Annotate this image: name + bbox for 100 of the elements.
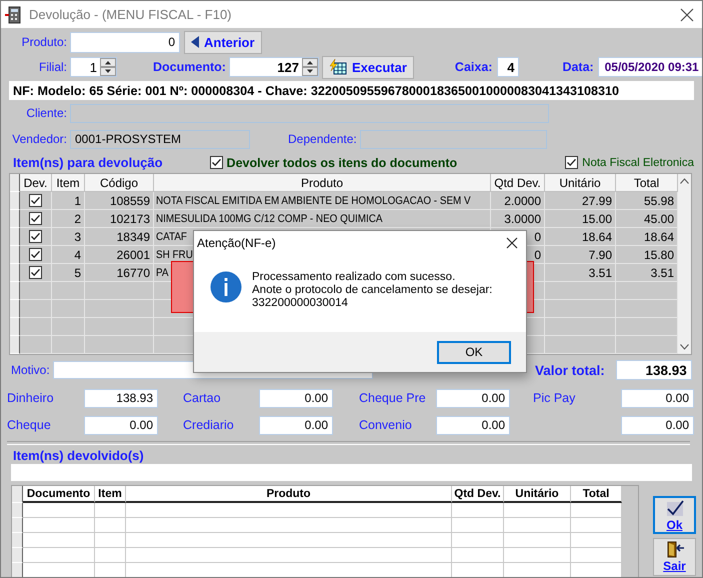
table-cell: 108559 (85, 192, 154, 210)
field-label: Data: (562, 60, 594, 74)
section-title: Item(ns) devolvido(s) (13, 448, 144, 463)
table-cell: 3.51 (616, 264, 678, 282)
valor-total-field: 138.93 (616, 360, 692, 380)
row-indicator[interactable] (10, 318, 20, 336)
payment-field[interactable]: 0.00 (621, 416, 694, 434)
payment-label: Cheque (7, 418, 52, 432)
payment-field[interactable]: 0.00 (436, 416, 510, 434)
payment-field[interactable]: 0.00 (259, 416, 333, 434)
caixa-field[interactable]: 4 (497, 57, 520, 77)
row-indicator[interactable] (12, 486, 23, 503)
row-indicator[interactable] (10, 264, 20, 282)
field-label: Vendedor: (11, 132, 67, 146)
dialog-ok-button[interactable]: OK (437, 340, 511, 364)
column-header[interactable]: Qtd Dev. (452, 486, 504, 503)
row-indicator[interactable] (10, 174, 20, 192)
close-icon[interactable] (506, 237, 518, 249)
table-cell: 2.0000 (491, 192, 545, 210)
table-cell: 45.00 (616, 210, 678, 228)
close-icon[interactable] (680, 8, 694, 22)
table-cell: NOTA FISCAL EMITIDA EM AMBIENTE DE HOMOLOGACAO - SEM V (154, 192, 491, 210)
row-indicator[interactable] (10, 210, 20, 228)
anterior-button[interactable]: Anterior (184, 30, 262, 54)
field-label: Cliente: (25, 106, 67, 120)
sair-button[interactable]: Sair (653, 538, 696, 576)
executar-button[interactable]: Executar (322, 56, 414, 78)
payment-field[interactable]: 138.93 (84, 388, 158, 408)
field-label: Dependente: (288, 132, 358, 146)
payment-label: Convenio (359, 418, 413, 432)
column-header[interactable]: Qtd Dev. (491, 174, 545, 192)
payment-field[interactable]: 0.00 (84, 416, 158, 434)
table-cell: 4 (52, 246, 85, 264)
table-cell: 1 (52, 192, 85, 210)
payment-label: Dinheiro (7, 391, 55, 405)
scrollbar[interactable] (678, 174, 691, 354)
column-header[interactable]: Documento (23, 486, 95, 503)
payment-field[interactable]: 0.00 (621, 388, 694, 408)
column-header[interactable]: Unitário (545, 174, 616, 192)
ok-button[interactable]: Ok (653, 496, 696, 534)
grid-bolt-icon (329, 59, 347, 75)
payment-label: Cartao (183, 391, 222, 405)
column-header[interactable]: Item (52, 174, 85, 192)
payment-field[interactable]: 0.00 (436, 388, 510, 408)
section-title: Item(ns) para devolução (13, 155, 163, 170)
table-cell: 27.99 (545, 192, 616, 210)
table-cell: 3.51 (545, 264, 616, 282)
column-header[interactable]: Código (85, 174, 154, 192)
row-checkbox[interactable] (29, 230, 42, 243)
row-indicator[interactable] (12, 563, 23, 577)
window-title: Devolução - (MENU FISCAL - F10) (29, 7, 233, 22)
info-icon (210, 271, 242, 303)
field-label: Motivo: (11, 363, 51, 377)
payment-label: Cheque Pre (359, 391, 427, 405)
row-indicator[interactable] (12, 548, 23, 563)
table-cell: 5 (52, 264, 85, 282)
vendedor-field: 0001-PROSYSTEM (70, 130, 250, 148)
column-header[interactable]: Total (571, 486, 622, 503)
payment-label: Crediario (183, 418, 235, 432)
column-header[interactable]: Unitário (504, 486, 571, 503)
row-indicator[interactable] (10, 336, 20, 354)
column-header[interactable]: Total (616, 174, 678, 192)
checkbox[interactable] (210, 156, 223, 169)
column-header[interactable]: Produto (154, 174, 491, 192)
row-indicator[interactable] (12, 518, 23, 533)
spin-buttons-icon[interactable] (302, 58, 318, 76)
row-indicator[interactable] (10, 300, 20, 318)
table-cell: 3.0000 (491, 210, 545, 228)
row-indicator[interactable] (10, 228, 20, 246)
field-label: Caixa: (454, 60, 492, 74)
row-checkbox[interactable] (29, 266, 42, 279)
left-arrow-icon (191, 36, 199, 48)
column-header[interactable]: Produto (126, 486, 452, 503)
nf-banner: NF: Modelo: 65 Série: 001 Nº: 000008304 - Chave: 32200509559678000183650010000083041343108310 (9, 81, 694, 100)
row-indicator[interactable] (10, 246, 20, 264)
table-cell: 18.64 (616, 228, 678, 246)
table-cell: 16770 (85, 264, 154, 282)
row-indicator[interactable] (12, 533, 23, 548)
row-indicator[interactable] (10, 282, 20, 300)
column-header[interactable]: Item (95, 486, 126, 503)
row-indicator[interactable] (10, 192, 20, 210)
column-header[interactable]: Dev. (20, 174, 52, 192)
payment-label: Pic Pay (533, 391, 576, 405)
table-cell: 2 (52, 210, 85, 228)
filial-field[interactable]: 1 (70, 57, 117, 77)
row-checkbox[interactable] (29, 212, 42, 225)
field-label: Documento: (153, 60, 226, 74)
table-cell: 18.64 (545, 228, 616, 246)
checkbox[interactable] (565, 156, 578, 169)
row-checkbox[interactable] (29, 248, 42, 261)
produto-field[interactable]: 0 (70, 32, 180, 52)
data-field[interactable]: 05/05/2020 09:31 (598, 57, 702, 77)
row-indicator[interactable] (12, 503, 23, 518)
payment-field[interactable]: 0.00 (259, 388, 333, 408)
row-checkbox[interactable] (29, 194, 42, 207)
spin-buttons-icon[interactable] (100, 58, 116, 76)
checkbox-label: Devolver todos os itens do documento (226, 156, 458, 170)
checkmark-icon (664, 500, 684, 517)
checkbox-label: Nota Fiscal Eletronica (582, 156, 694, 168)
documento-field[interactable]: 127 (229, 57, 319, 77)
